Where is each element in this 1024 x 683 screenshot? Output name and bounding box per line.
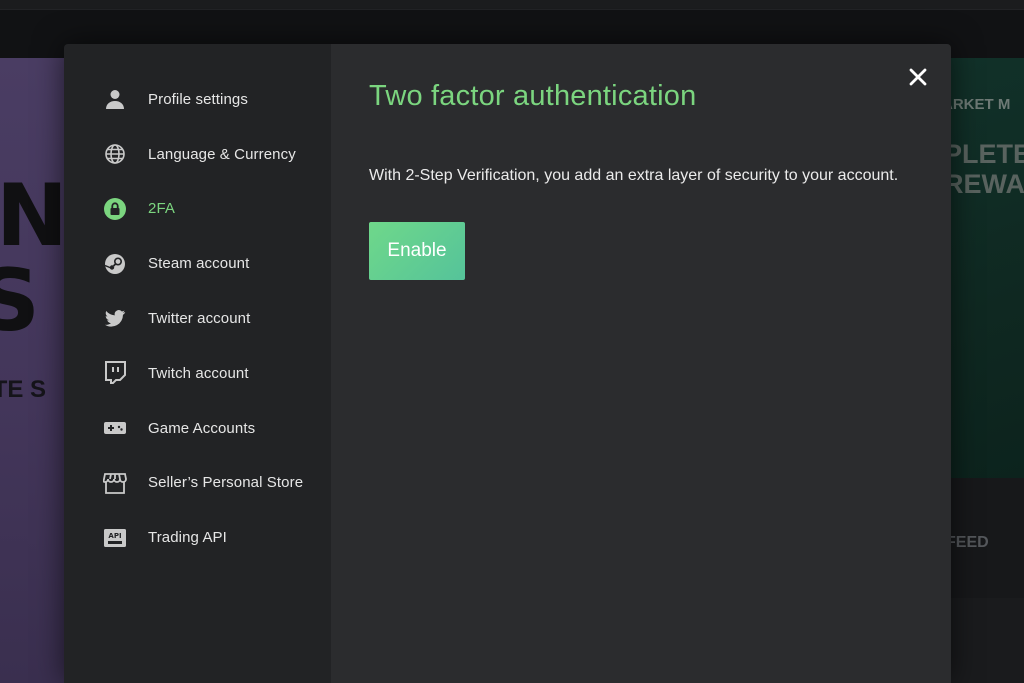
sidebar-item-label: Game Accounts [148, 419, 256, 437]
feed-label: FEED [946, 534, 989, 551]
banner-text-line1: N [0, 166, 68, 266]
sidebar-item-language-currency[interactable]: Language & Currency [64, 127, 331, 182]
enable-2fa-button[interactable]: Enable [369, 222, 465, 280]
sidebar-item-label: Twitter account [148, 310, 251, 328]
background-right-panel: FEED [946, 478, 1024, 598]
gamepad-icon [103, 416, 127, 440]
background-right-bottom [950, 598, 1024, 683]
page-title: Two factor authentication [369, 80, 697, 112]
background-right-banner: ARKET M PLETE REWA [950, 58, 1024, 478]
sidebar-item-twitter-account[interactable]: Twitter account [64, 291, 331, 346]
steam-icon [103, 252, 127, 276]
lock-icon [103, 197, 127, 221]
sidebar-item-label: Profile settings [148, 90, 248, 108]
two-factor-panel: Two factor authentication With 2-Step Ve… [331, 44, 951, 683]
sidebar-item-trading-api[interactable]: API Trading API [64, 510, 331, 565]
background-top-bar [0, 0, 1024, 10]
sidebar-item-twitch-account[interactable]: Twitch account [64, 346, 331, 401]
svg-text:API: API [108, 532, 121, 540]
close-button[interactable] [907, 66, 929, 88]
store-icon [103, 471, 127, 495]
sidebar-item-label: Twitch account [148, 364, 249, 382]
right-banner-heading: ARKET M [950, 96, 1011, 113]
right-banner-text-line1: PLETE [950, 139, 1024, 169]
sidebar-item-game-accounts[interactable]: Game Accounts [64, 401, 331, 456]
sidebar-item-profile-settings[interactable]: Profile settings [64, 72, 331, 127]
close-icon [909, 68, 927, 86]
sidebar-item-label: Steam account [148, 255, 250, 273]
sidebar-item-2fa[interactable]: 2FA [64, 182, 331, 237]
globe-icon [103, 142, 127, 166]
two-factor-description: With 2-Step Verification, you add an ext… [369, 167, 899, 184]
sidebar-item-label: Language & Currency [148, 145, 296, 163]
sidebar-item-sellers-personal-store[interactable]: Seller’s Personal Store [64, 456, 331, 511]
banner-text-line2: S [0, 251, 40, 351]
background-left-banner: N S ITE S [0, 58, 70, 683]
settings-sidebar: Profile settings Language & Currency 2FA… [64, 44, 331, 683]
right-banner-text-line2: REWA [950, 168, 1024, 199]
banner-subtext: ITE S [0, 376, 47, 403]
twitch-icon [103, 361, 127, 385]
right-banner-text: PLETE REWA [950, 139, 1024, 199]
sidebar-item-label: 2FA [148, 200, 175, 218]
sidebar-item-label: Trading API [148, 529, 227, 547]
twitter-icon [103, 307, 127, 331]
api-icon: API [103, 526, 127, 550]
settings-modal: Profile settings Language & Currency 2FA… [64, 44, 951, 683]
sidebar-item-steam-account[interactable]: Steam account [64, 236, 331, 291]
sidebar-item-label: Seller’s Personal Store [148, 474, 304, 492]
user-icon [103, 87, 127, 111]
